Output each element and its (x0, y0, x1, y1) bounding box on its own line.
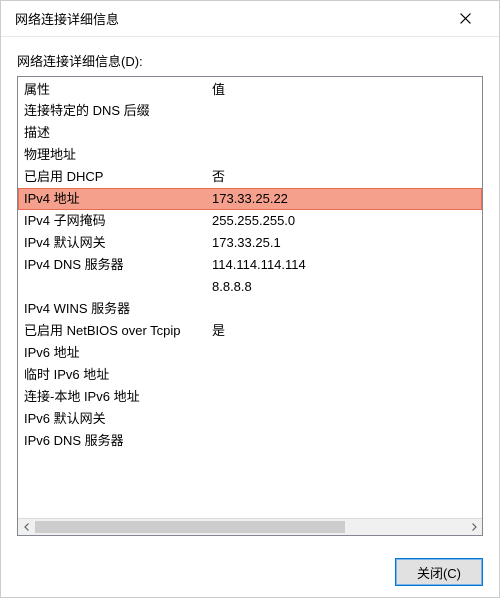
chevron-left-icon (23, 523, 31, 531)
details-list: 属性 值 连接特定的 DNS 后缀描述物理地址已启用 DHCP否IPv4 地址1… (17, 76, 483, 536)
row-value: 否 (210, 166, 478, 188)
row-property: 临时 IPv6 地址 (22, 364, 210, 386)
row-value (210, 408, 478, 430)
scroll-left-button[interactable] (18, 519, 35, 535)
row-value (210, 298, 478, 320)
row-property: 连接特定的 DNS 后缀 (22, 100, 210, 122)
table-row[interactable]: 临时 IPv6 地址 (18, 364, 482, 386)
row-property: 描述 (22, 122, 210, 144)
table-row[interactable]: 连接-本地 IPv6 地址 (18, 386, 482, 408)
row-property: 物理地址 (22, 144, 210, 166)
scroll-right-button[interactable] (465, 519, 482, 535)
row-property: IPv6 地址 (22, 342, 210, 364)
row-property: IPv4 地址 (22, 188, 210, 210)
table-row[interactable]: 连接特定的 DNS 后缀 (18, 100, 482, 122)
table-row[interactable]: IPv4 子网掩码255.255.255.0 (18, 210, 482, 232)
content-area: 网络连接详细信息(D): 属性 值 连接特定的 DNS 后缀描述物理地址已启用 … (1, 37, 499, 546)
close-button[interactable] (445, 5, 485, 33)
titlebar: 网络连接详细信息 (1, 1, 499, 37)
row-property: IPv4 子网掩码 (22, 210, 210, 232)
row-value: 是 (210, 320, 478, 342)
row-property: IPv4 默认网关 (22, 232, 210, 254)
row-value (210, 364, 478, 386)
row-property: 连接-本地 IPv6 地址 (22, 386, 210, 408)
table-row[interactable]: IPv4 默认网关173.33.25.1 (18, 232, 482, 254)
row-property: 已启用 NetBIOS over Tcpip (22, 320, 210, 342)
scroll-thumb[interactable] (35, 521, 345, 533)
table-row[interactable]: IPv4 DNS 服务器114.114.114.114 (18, 254, 482, 276)
row-value: 114.114.114.114 (210, 254, 478, 276)
row-property: IPv4 WINS 服务器 (22, 298, 210, 320)
row-value: 255.255.255.0 (210, 210, 478, 232)
table-row[interactable]: 物理地址 (18, 144, 482, 166)
row-value: 173.33.25.22 (210, 188, 478, 210)
row-value (210, 342, 478, 364)
close-dialog-button[interactable]: 关闭(C) (395, 558, 483, 586)
row-property: IPv4 DNS 服务器 (22, 254, 210, 276)
row-value (210, 430, 478, 452)
list-header: 属性 值 (18, 79, 482, 100)
table-row[interactable]: IPv4 WINS 服务器 (18, 298, 482, 320)
row-value: 173.33.25.1 (210, 232, 478, 254)
table-row[interactable]: IPv4 地址173.33.25.22 (18, 188, 482, 210)
row-property: IPv6 DNS 服务器 (22, 430, 210, 452)
table-row[interactable]: IPv6 地址 (18, 342, 482, 364)
table-row[interactable]: IPv6 DNS 服务器 (18, 430, 482, 452)
scroll-track[interactable] (35, 519, 465, 535)
row-property: 已启用 DHCP (22, 166, 210, 188)
close-icon (460, 13, 471, 24)
window-title: 网络连接详细信息 (15, 9, 445, 28)
row-value (210, 144, 478, 166)
row-property: IPv6 默认网关 (22, 408, 210, 430)
table-row[interactable]: 已启用 DHCP否 (18, 166, 482, 188)
column-property: 属性 (22, 79, 210, 98)
row-value (210, 100, 478, 122)
section-label: 网络连接详细信息(D): (17, 51, 483, 70)
horizontal-scrollbar[interactable] (18, 518, 482, 535)
column-value: 值 (210, 79, 478, 98)
table-row[interactable]: 8.8.8.8 (18, 276, 482, 298)
chevron-right-icon (470, 523, 478, 531)
row-value (210, 386, 478, 408)
row-value (210, 122, 478, 144)
table-row[interactable]: 已启用 NetBIOS over Tcpip是 (18, 320, 482, 342)
table-row[interactable]: 描述 (18, 122, 482, 144)
footer: 关闭(C) (1, 546, 499, 586)
list-body: 属性 值 连接特定的 DNS 后缀描述物理地址已启用 DHCP否IPv4 地址1… (18, 77, 482, 518)
row-value: 8.8.8.8 (210, 276, 478, 298)
table-row[interactable]: IPv6 默认网关 (18, 408, 482, 430)
row-property (22, 276, 210, 298)
